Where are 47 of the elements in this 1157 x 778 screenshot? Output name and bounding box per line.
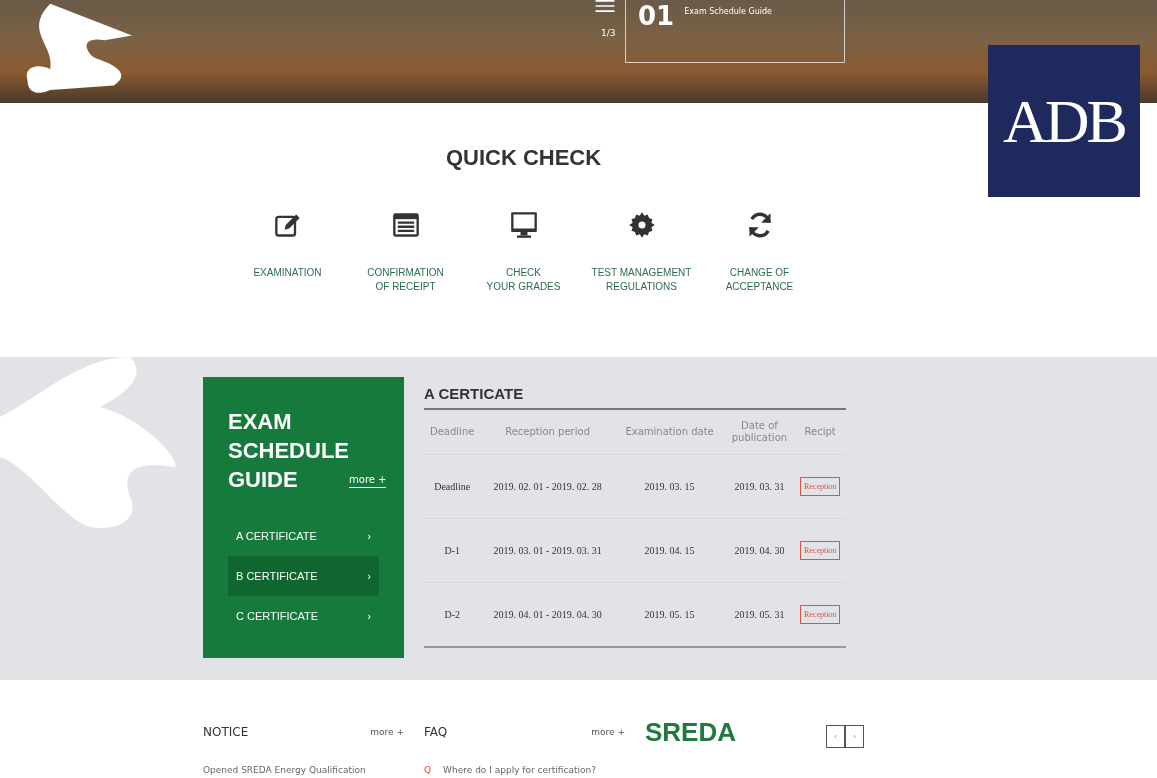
column-header: Recipt xyxy=(794,410,846,455)
previous-button[interactable]: ‹ xyxy=(826,725,845,748)
quick-link[interactable]: CONFIRMATION OF RECEIPT xyxy=(346,211,465,294)
slide-number: 01 xyxy=(638,3,675,29)
table-cell: 2019. 03. 01 - 2019. 03. 31 xyxy=(480,518,615,583)
settings-icon xyxy=(627,211,656,239)
more-link[interactable]: more + xyxy=(349,474,387,488)
quick-link[interactable]: TEST MANAGEMENT REGULATIONS xyxy=(582,211,701,294)
slide-counter: 1/3 xyxy=(601,28,616,38)
menu-icon xyxy=(594,0,616,12)
column-header: Deadline xyxy=(424,410,481,455)
table-title: A CERTICATE xyxy=(424,385,846,410)
table-cell: Deadline xyxy=(424,454,481,519)
section-title: QUICK CHECK xyxy=(445,145,602,171)
table-cell: 2019. 04. 01 - 2019. 04. 30 xyxy=(480,582,615,647)
column-header: Reception period xyxy=(480,410,615,455)
section-title: NOTICE xyxy=(203,725,249,739)
panel-title: EXAM SCHEDULE GUIDE xyxy=(228,408,349,494)
quick-link[interactable]: EXAMINATION xyxy=(228,211,347,294)
table-cell: D-1 xyxy=(424,518,481,583)
quick-link[interactable]: CHANGE OF ACCEPTANCE xyxy=(700,211,819,294)
next-button[interactable]: › xyxy=(845,725,864,748)
more-link[interactable]: more + xyxy=(591,727,625,737)
notice-link[interactable]: Opened SREDA Energy Qualification xyxy=(203,765,404,775)
partner-logo: SREDA xyxy=(645,717,736,748)
question-mark-label: Q xyxy=(424,765,432,775)
slide-caption: Exam Schedule Guide xyxy=(684,7,772,16)
section-title: FAQ xyxy=(424,725,448,739)
table-cell: 2019. 03. 31 xyxy=(724,454,795,519)
quick-link[interactable]: CHECK YOUR GRADES xyxy=(464,211,583,294)
certificate-tab[interactable]: C CERTIFICATE › xyxy=(228,596,379,636)
monitor-icon xyxy=(509,211,538,239)
table-cell: 2019. 04. 15 xyxy=(614,518,725,583)
column-header: Date of publication xyxy=(724,410,795,455)
faq-link[interactable]: Where do I apply for certification? xyxy=(443,765,596,775)
list-icon xyxy=(391,211,420,239)
column-header: Examination date xyxy=(614,410,725,455)
table-cell: D-2 xyxy=(424,582,481,647)
certificate-tab[interactable]: B CERTIFICATE › xyxy=(228,556,379,596)
table-cell: 2019. 04. 30 xyxy=(724,518,795,583)
more-link[interactable]: more + xyxy=(370,727,404,737)
logo: ADB xyxy=(988,45,1140,197)
table-cell: 2019. 05. 15 xyxy=(614,582,725,647)
table-cell: 2019. 02. 01 - 2019. 02. 28 xyxy=(480,454,615,519)
table-cell: 2019. 05. 31 xyxy=(724,582,795,647)
table-cell: 2019. 03. 15 xyxy=(614,454,725,519)
certificate-tab[interactable]: A CERTIFICATE › xyxy=(228,516,379,556)
